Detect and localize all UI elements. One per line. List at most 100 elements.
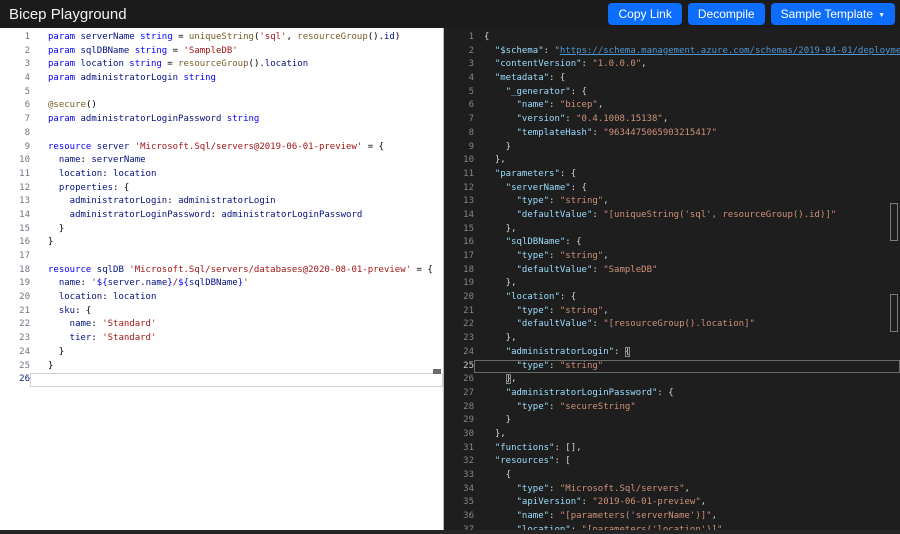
code-text: param serverName string = uniqueString('… [30, 31, 443, 45]
code-line[interactable]: 22 "defaultValue": "[resourceGroup().loc… [444, 318, 900, 332]
line-number: 33 [444, 469, 474, 483]
line-number: 15 [444, 223, 474, 237]
code-line[interactable]: 36 "name": "[parameters('serverName')]", [444, 510, 900, 524]
code-line[interactable]: 9 } [444, 141, 900, 155]
code-line[interactable]: 27 "administratorLoginPassword": { [444, 387, 900, 401]
sample-template-button[interactable]: Sample Template ▼ [771, 3, 895, 25]
code-line[interactable]: 9resource server 'Microsoft.Sql/servers@… [0, 141, 443, 155]
code-line[interactable]: 5 [0, 86, 443, 100]
code-line[interactable]: 30 }, [444, 428, 900, 442]
line-number: 36 [444, 510, 474, 524]
line-number: 8 [444, 127, 474, 141]
decompile-button[interactable]: Decompile [688, 3, 765, 25]
copy-link-label: Copy Link [618, 8, 671, 20]
code-line[interactable]: 21 "type": "string", [444, 305, 900, 319]
code-line[interactable]: 4param administratorLogin string [0, 72, 443, 86]
code-line[interactable]: 4 "metadata": { [444, 72, 900, 86]
code-line[interactable]: 1{ [444, 31, 900, 45]
code-line[interactable]: 7 "version": "0.4.1008.15138", [444, 113, 900, 127]
code-line[interactable]: 3param location string = resourceGroup()… [0, 58, 443, 72]
code-text: } [474, 414, 900, 428]
code-text: "$schema": "https://schema.management.az… [474, 45, 900, 59]
code-text: "apiVersion": "2019-06-01-preview", [474, 496, 900, 510]
code-line[interactable]: 17 [0, 250, 443, 264]
code-line[interactable]: 12 properties: { [0, 182, 443, 196]
code-line[interactable]: 16} [0, 236, 443, 250]
code-line[interactable]: 35 "apiVersion": "2019-06-01-preview", [444, 496, 900, 510]
line-number: 2 [0, 45, 30, 59]
copy-link-button[interactable]: Copy Link [608, 3, 681, 25]
code-line[interactable]: 37 "location": "[parameters('location')]… [444, 524, 900, 530]
code-line[interactable]: 5 "_generator": { [444, 86, 900, 100]
code-text: administratorLoginPassword: administrato… [30, 209, 443, 223]
code-line[interactable]: 11 "parameters": { [444, 168, 900, 182]
code-text: name: '${server.name}/${sqlDBName}' [30, 277, 443, 291]
line-number: 7 [0, 113, 30, 127]
code-line[interactable]: 3 "contentVersion": "1.0.0.0", [444, 58, 900, 72]
code-line[interactable]: 22 name: 'Standard' [0, 318, 443, 332]
line-number: 9 [0, 141, 30, 155]
code-line[interactable]: 14 "defaultValue": "[uniqueString('sql',… [444, 209, 900, 223]
code-line[interactable]: 32 "resources": [ [444, 455, 900, 469]
json-editor[interactable]: 1{2 "$schema": "https://schema.managemen… [444, 28, 900, 530]
code-line[interactable]: 18resource sqlDB 'Microsoft.Sql/servers/… [0, 264, 443, 278]
code-line[interactable]: 24 "administratorLogin": { [444, 346, 900, 360]
editor-split: 1param serverName string = uniqueString(… [0, 28, 900, 530]
code-line[interactable]: 28 "type": "secureString" [444, 401, 900, 415]
line-number: 21 [0, 305, 30, 319]
code-line[interactable]: 33 { [444, 469, 900, 483]
header-actions: Copy Link Decompile Sample Template ▼ [608, 3, 895, 25]
code-line[interactable]: 24 } [0, 346, 443, 360]
line-number: 23 [0, 332, 30, 346]
code-line[interactable]: 8 [0, 127, 443, 141]
code-line[interactable]: 20 location: location [0, 291, 443, 305]
code-line[interactable]: 15 } [0, 223, 443, 237]
code-line[interactable]: 10 name: serverName [0, 154, 443, 168]
code-line[interactable]: 19 }, [444, 277, 900, 291]
line-number: 4 [444, 72, 474, 86]
code-line[interactable]: 18 "defaultValue": "SampleDB" [444, 264, 900, 278]
code-text: param administratorLogin string [30, 72, 443, 86]
code-line[interactable]: 29 } [444, 414, 900, 428]
line-number: 28 [444, 401, 474, 415]
line-number: 29 [444, 414, 474, 428]
code-line[interactable]: 6@secure() [0, 99, 443, 113]
code-line[interactable]: 16 "sqlDBName": { [444, 236, 900, 250]
code-line[interactable]: 6 "name": "bicep", [444, 99, 900, 113]
code-line[interactable]: 23 tier: 'Standard' [0, 332, 443, 346]
code-line[interactable]: 17 "type": "string", [444, 250, 900, 264]
line-number: 1 [0, 31, 30, 45]
line-number: 19 [0, 277, 30, 291]
code-line[interactable]: 31 "functions": [], [444, 442, 900, 456]
line-number: 26 [0, 373, 30, 387]
code-line[interactable]: 10 }, [444, 154, 900, 168]
code-line[interactable]: 25} [0, 360, 443, 374]
code-line[interactable]: 13 administratorLogin: administratorLogi… [0, 195, 443, 209]
code-line[interactable]: 20 "location": { [444, 291, 900, 305]
code-line[interactable]: 15 }, [444, 223, 900, 237]
code-line[interactable]: 26 [0, 373, 443, 387]
code-line[interactable]: 13 "type": "string", [444, 195, 900, 209]
code-line[interactable]: 11 location: location [0, 168, 443, 182]
code-line[interactable]: 8 "templateHash": "9634475065903215417" [444, 127, 900, 141]
code-line[interactable]: 12 "serverName": { [444, 182, 900, 196]
code-line[interactable]: 21 sku: { [0, 305, 443, 319]
code-line[interactable]: 2 "$schema": "https://schema.management.… [444, 45, 900, 59]
code-line[interactable]: 2param sqlDBName string = 'SampleDB' [0, 45, 443, 59]
code-text: location: location [30, 168, 443, 182]
code-line[interactable]: 26 }, [444, 373, 900, 387]
code-line[interactable]: 23 }, [444, 332, 900, 346]
code-line[interactable]: 34 "type": "Microsoft.Sql/servers", [444, 483, 900, 497]
bicep-editor[interactable]: 1param serverName string = uniqueString(… [0, 28, 444, 530]
window-bottom-edge [0, 530, 900, 534]
code-line[interactable]: 19 name: '${server.name}/${sqlDBName}' [0, 277, 443, 291]
line-number: 18 [444, 264, 474, 278]
code-text: sku: { [30, 305, 443, 319]
code-line[interactable]: 1param serverName string = uniqueString(… [0, 31, 443, 45]
line-number: 16 [0, 236, 30, 250]
code-line[interactable]: 25 "type": "string" [444, 360, 900, 374]
code-text: "serverName": { [474, 182, 900, 196]
code-line[interactable]: 7param administratorLoginPassword string [0, 113, 443, 127]
line-number: 20 [0, 291, 30, 305]
code-line[interactable]: 14 administratorLoginPassword: administr… [0, 209, 443, 223]
